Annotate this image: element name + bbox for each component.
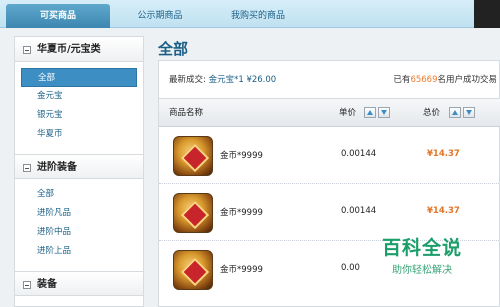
total-price-sort-controls bbox=[449, 107, 475, 118]
table-row[interactable]: 金币*9999 0.00144 ¥14.37 bbox=[159, 128, 500, 184]
sort-ascending-icon[interactable] bbox=[364, 107, 376, 118]
success-users-prefix: 已有 bbox=[393, 75, 411, 85]
sort-descending-icon[interactable] bbox=[463, 107, 475, 118]
gold-coin-icon bbox=[173, 250, 213, 290]
category-group-title: 装备 bbox=[37, 279, 57, 290]
latest-deal-price: ¥26.00 bbox=[246, 75, 277, 85]
sidebar-item-advanced-high[interactable]: 进阶上品 bbox=[21, 242, 137, 261]
sidebar-item-all[interactable]: 全部 bbox=[21, 68, 137, 87]
tab-public-notice-items[interactable]: 公示期商品 bbox=[114, 4, 206, 28]
column-header-unit-price: 单价 bbox=[339, 108, 357, 118]
category-list-advanced-equipment: 全部 进阶凡品 进阶中品 进阶上品 bbox=[15, 179, 143, 265]
item-unit-price: 0.00 bbox=[341, 263, 360, 273]
tab-my-purchases[interactable]: 我购买的商品 bbox=[210, 4, 306, 28]
collapse-icon[interactable] bbox=[23, 164, 31, 172]
sort-ascending-icon[interactable] bbox=[449, 107, 461, 118]
latest-deal-item[interactable]: 金元宝*1 bbox=[209, 75, 244, 85]
category-group-header-equipment[interactable]: 装备 bbox=[15, 271, 143, 296]
success-users-suffix: 名用户成功交易 bbox=[437, 75, 497, 85]
item-unit-price: 0.00144 bbox=[341, 206, 377, 216]
latest-deal-bar: 最新成交: 金元宝*1 ¥26.00 已有65669名用户成功交易 bbox=[159, 61, 500, 99]
sidebar-item-gold-ingot[interactable]: 金元宝 bbox=[21, 87, 137, 106]
watermark-subtitle: 助你轻松解决 bbox=[392, 265, 452, 276]
success-users-text: 已有65669名用户成功交易 bbox=[393, 61, 497, 99]
sidebar-item-advanced-common[interactable]: 进阶凡品 bbox=[21, 204, 137, 223]
collapse-icon[interactable] bbox=[23, 46, 31, 54]
category-sidebar: 华夏币/元宝类 全部 金元宝 银元宝 华夏币 进阶装备 全部 进阶凡品 进阶中品… bbox=[14, 36, 144, 307]
item-name[interactable]: 金币*9999 bbox=[220, 263, 263, 275]
sidebar-item-huaxia-coin[interactable]: 华夏币 bbox=[21, 125, 137, 144]
gold-coin-icon bbox=[173, 193, 213, 233]
category-group-header-currency[interactable]: 华夏币/元宝类 bbox=[15, 37, 143, 62]
column-header-total: 总价 bbox=[423, 108, 441, 118]
top-tab-bar: 可买商品 公示期商品 我购买的商品 bbox=[0, 0, 500, 28]
watermark: 百科全说 助你轻松解决 bbox=[362, 233, 482, 276]
gold-coin-icon bbox=[173, 136, 213, 176]
topbar-dark-corner bbox=[474, 0, 500, 28]
sort-descending-icon[interactable] bbox=[378, 107, 390, 118]
category-list-currency: 全部 金元宝 银元宝 华夏币 bbox=[15, 62, 143, 148]
watermark-title: 百科全说 bbox=[381, 237, 462, 259]
item-total-price: ¥14.37 bbox=[427, 149, 460, 159]
category-group-title: 华夏币/元宝类 bbox=[37, 44, 101, 55]
item-unit-price: 0.00144 bbox=[341, 149, 377, 159]
latest-deal-label: 最新成交: bbox=[169, 75, 206, 85]
collapse-icon[interactable] bbox=[23, 281, 31, 289]
category-group-header-advanced-equipment[interactable]: 进阶装备 bbox=[15, 154, 143, 179]
unit-price-sort-controls bbox=[364, 107, 390, 118]
page-title: 全部 bbox=[158, 40, 189, 58]
column-header-name: 商品名称 bbox=[169, 108, 204, 118]
tab-buyable-items[interactable]: 可买商品 bbox=[6, 4, 110, 28]
item-name[interactable]: 金币*9999 bbox=[220, 149, 263, 161]
table-header: 商品名称 单价 总价 bbox=[159, 99, 500, 127]
sidebar-item-all[interactable]: 全部 bbox=[21, 185, 137, 204]
category-group-title: 进阶装备 bbox=[37, 162, 77, 173]
sidebar-item-silver-ingot[interactable]: 银元宝 bbox=[21, 106, 137, 125]
success-users-count: 65669 bbox=[410, 75, 438, 85]
item-total-price: ¥14.37 bbox=[427, 206, 460, 216]
item-name[interactable]: 金币*9999 bbox=[220, 206, 263, 218]
sidebar-item-advanced-mid[interactable]: 进阶中品 bbox=[21, 223, 137, 242]
